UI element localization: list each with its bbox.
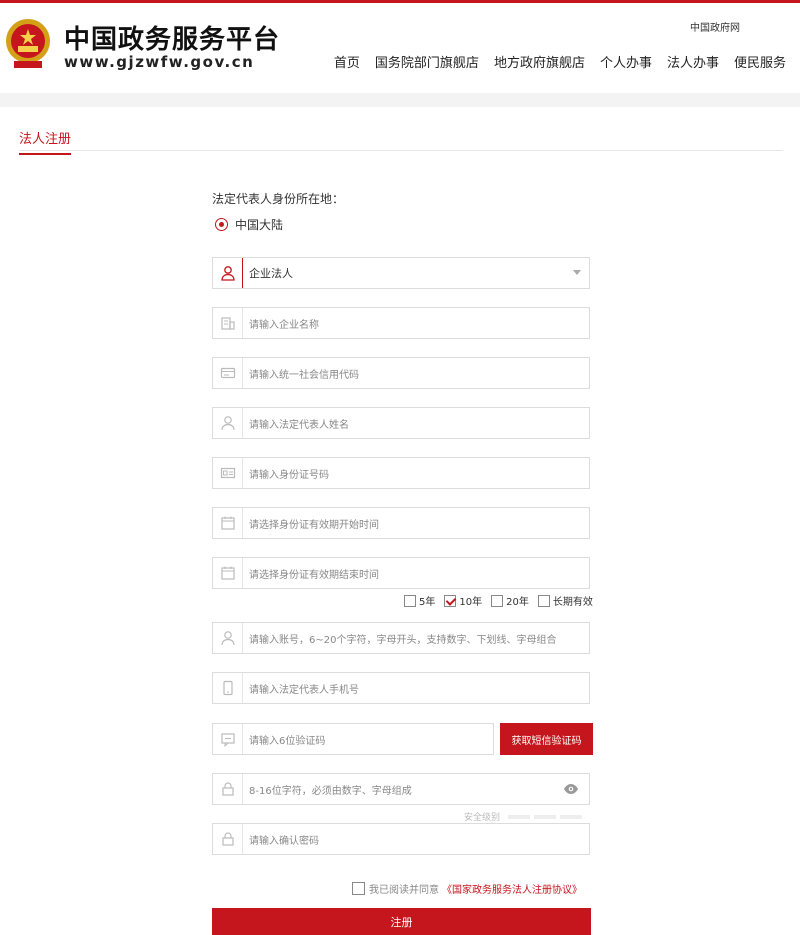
location-label: 法定代表人身份所在地： xyxy=(212,192,345,206)
strength-bar-3 xyxy=(560,814,583,819)
validity-option-5y[interactable]: 5年 xyxy=(404,593,435,608)
validity-option-10y[interactable]: 10年 xyxy=(444,593,482,608)
password-placeholder: 8-16位字符，必须由数字、字母组成 xyxy=(249,785,412,797)
registration-form-header: 法定代表人身份所在地： 中国大陆 xyxy=(212,190,594,233)
sms-code-input[interactable]: 请输入6位验证码 xyxy=(212,723,494,755)
tab-divider xyxy=(19,150,783,151)
agreement-link[interactable]: 《国家政务服务法人注册协议》 xyxy=(442,881,582,896)
nav-convenience-services[interactable]: 便民服务 xyxy=(734,52,786,71)
validity-option-label: 20年 xyxy=(506,597,529,608)
user-icon xyxy=(213,258,243,288)
id-start-date-input[interactable]: 请选择身份证有效期开始时间 xyxy=(212,507,590,539)
rep-name-placeholder: 请输入法定代表人姓名 xyxy=(249,419,349,431)
nav-personal-services[interactable]: 个人办事 xyxy=(600,52,652,71)
id-end-date-placeholder: 请选择身份证有效期结束时间 xyxy=(249,569,379,581)
strength-bar-1 xyxy=(508,814,531,819)
user-icon xyxy=(213,623,243,653)
id-number-input[interactable]: 请输入身份证号码 xyxy=(212,457,590,489)
credit-code-input[interactable]: 请输入统一社会信用代码 xyxy=(212,357,590,389)
sms-code-placeholder: 请输入6位验证码 xyxy=(249,735,326,747)
confirm-password-input[interactable]: 请输入确认密码 xyxy=(212,823,590,855)
site-url: www.gjzwfw.gov.cn xyxy=(64,53,255,71)
validity-option-label: 长期有效 xyxy=(552,597,593,608)
account-input[interactable]: 请输入账号，6~20个字符，字母开头，支持数字、下划线、字母组合 xyxy=(212,622,590,654)
nav-legal-person-services[interactable]: 法人办事 xyxy=(667,52,719,71)
agree-checkbox[interactable] xyxy=(352,882,365,895)
entity-type-value: 企业法人 xyxy=(249,267,293,280)
validity-option-label: 10年 xyxy=(459,597,483,608)
location-option-label: 中国大陆 xyxy=(235,218,284,232)
checkbox-checked-icon[interactable] xyxy=(444,594,457,607)
national-emblem-icon xyxy=(6,19,50,68)
chevron-down-icon[interactable] xyxy=(573,270,581,275)
nav-local-govts[interactable]: 地方政府旗舰店 xyxy=(494,52,585,71)
main-nav: 首页 国务院部门旗舰店 地方政府旗舰店 个人办事 法人办事 便民服务 xyxy=(319,52,786,71)
location-radio-option[interactable]: 中国大陆 xyxy=(212,216,594,233)
entity-type-select[interactable]: 企业法人 xyxy=(212,257,590,289)
checkbox-icon[interactable] xyxy=(491,594,504,607)
eye-icon[interactable] xyxy=(563,783,579,795)
id-start-date-placeholder: 请选择身份证有效期开始时间 xyxy=(249,519,379,531)
rep-name-input[interactable]: 请输入法定代表人姓名 xyxy=(212,407,590,439)
lock-icon xyxy=(213,824,243,854)
account-placeholder: 请输入账号，6~20个字符，字母开头，支持数字、下划线、字母组合 xyxy=(249,634,557,646)
id-end-date-input[interactable]: 请选择身份证有效期结束时间 xyxy=(212,557,590,589)
validity-option-label: 5年 xyxy=(419,597,436,608)
header-divider xyxy=(0,93,800,107)
phone-input[interactable]: 请输入法定代表人手机号 xyxy=(212,672,590,704)
id-card-icon xyxy=(213,458,243,488)
phone-icon xyxy=(213,673,243,703)
credit-code-placeholder: 请输入统一社会信用代码 xyxy=(249,369,359,381)
building-icon xyxy=(213,308,243,338)
card-icon xyxy=(213,358,243,388)
calendar-icon xyxy=(213,558,243,588)
validity-option-permanent[interactable]: 长期有效 xyxy=(537,593,593,608)
validity-period-options: 5年 10年 20年 长期有效 xyxy=(404,593,593,608)
company-name-input[interactable]: 请输入企业名称 xyxy=(212,307,590,339)
site-header: 中国政务服务平台 www.gjzwfw.gov.cn 中国政府网 首页 国务院部… xyxy=(0,3,800,93)
gov-portal-link[interactable]: 中国政府网 xyxy=(690,19,740,34)
register-button[interactable]: 注册 xyxy=(212,908,591,935)
user-icon xyxy=(213,408,243,438)
strength-label: 安全级别 xyxy=(464,813,501,823)
site-title[interactable]: 中国政务服务平台 xyxy=(64,19,280,56)
validity-option-20y[interactable]: 20年 xyxy=(491,593,529,608)
checkbox-icon[interactable] xyxy=(404,594,416,607)
agreement-row: 我已阅读并同意 《国家政务服务法人注册协议》 xyxy=(352,881,582,896)
checkbox-icon[interactable] xyxy=(537,594,550,607)
nav-home[interactable]: 首页 xyxy=(334,52,360,71)
strength-bar-2 xyxy=(534,814,557,819)
id-number-placeholder: 请输入身份证号码 xyxy=(249,469,329,481)
agree-text: 我已阅读并同意 xyxy=(369,885,439,896)
company-name-placeholder: 请输入企业名称 xyxy=(249,319,319,331)
calendar-icon xyxy=(213,508,243,538)
confirm-password-placeholder: 请输入确认密码 xyxy=(249,835,319,847)
get-sms-code-button[interactable]: 获取短信验证码 xyxy=(500,723,593,755)
lock-icon xyxy=(213,774,243,804)
phone-placeholder: 请输入法定代表人手机号 xyxy=(249,684,359,696)
message-icon xyxy=(213,724,243,754)
password-input[interactable]: 8-16位字符，必须由数字、字母组成 xyxy=(212,773,590,805)
radio-selected-icon[interactable] xyxy=(215,218,228,231)
nav-state-council-depts[interactable]: 国务院部门旗舰店 xyxy=(375,52,479,71)
password-strength-meter: 安全级别 xyxy=(464,810,583,823)
